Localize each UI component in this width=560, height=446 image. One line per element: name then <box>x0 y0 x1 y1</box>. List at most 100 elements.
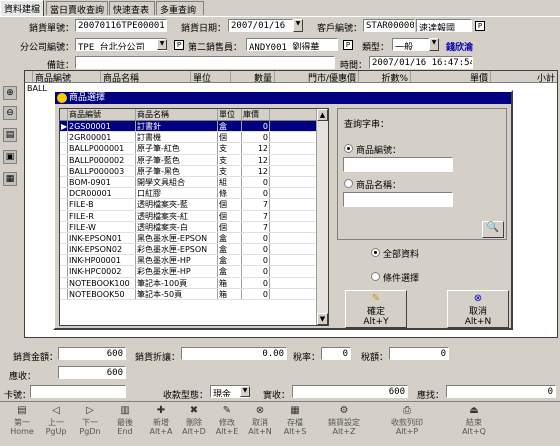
pay-type-dropdown-button[interactable]: ▼ <box>240 386 250 397</box>
search-icon[interactable]: 🔍 <box>482 221 504 238</box>
toolbar-first-button[interactable]: ▤ 第一 Home <box>6 404 38 442</box>
radio-condition[interactable] <box>371 272 380 281</box>
row-indicator <box>60 288 68 299</box>
row-indicator <box>60 255 68 266</box>
sale-no-field[interactable]: 20070116TPE00001 <box>75 19 167 32</box>
branch-lookup-icon[interactable]: P <box>174 40 184 50</box>
toolbar-key: PgDn <box>79 427 101 436</box>
product-row[interactable]: ▶ 2GS00001 訂書針盒 0 <box>60 121 328 133</box>
row-name: 透明檔案夾-白 <box>136 221 218 232</box>
product-row[interactable]: INK-HPC0002 彩色墨水匣-HP 盒 0 <box>60 266 328 278</box>
toolbar-label: 修改 <box>219 418 235 427</box>
row-unit: 支 <box>218 154 242 165</box>
col-unit: 單位 <box>218 109 242 120</box>
tab-daily-query[interactable]: 當日賣收查詢 <box>46 1 108 16</box>
product-row[interactable]: INK-HP00001 黑色墨水匣-HP 盒 0 <box>60 255 328 267</box>
toolbar-next-button[interactable]: ▷ 下一 PgDn <box>74 404 106 442</box>
product-row[interactable]: FILE-B 透明檔案夾-藍個 7 <box>60 199 328 211</box>
product-row[interactable]: BALLP000002 原子筆-藍色支 12 <box>60 154 328 166</box>
card-field[interactable] <box>30 385 126 398</box>
all-data-label: 全部資料 <box>383 250 420 260</box>
cancel-icon: ⊗ <box>255 405 265 416</box>
product-row[interactable]: NOTEBOOK50 筆記本-50頁箱 0 <box>60 288 328 300</box>
toolbar-save-button[interactable]: ▦ 存檔 Alt+S <box>278 404 312 442</box>
product-row[interactable]: INK-EPSON02 彩色墨水匣-EPSON 盒 0 <box>60 244 328 256</box>
product-row[interactable]: BALLP000001 原子筆-紅色支 12 <box>60 143 328 155</box>
discount-field[interactable]: 0.00 <box>181 347 287 360</box>
product-row[interactable]: NOTEBOOK100 筆記本-100頁箱 0 <box>60 277 328 289</box>
sale-amount-field: 600 <box>58 347 126 360</box>
grid-icon[interactable]: ▦ <box>3 172 17 186</box>
time-field: 2007/01/16 16:47:54 <box>369 56 473 69</box>
memo-field[interactable] <box>75 56 335 69</box>
tab-quick-table[interactable]: 快速查表 <box>109 1 155 16</box>
col-product-code: 商品編號 <box>33 71 101 84</box>
tax-label: 稅額： <box>360 353 388 363</box>
insert-row-icon[interactable]: ▤ <box>3 128 17 142</box>
col-product-name: 商品名稱 <box>101 71 191 84</box>
sales-lookup-icon[interactable]: P <box>343 40 353 50</box>
product-row[interactable]: BOM-0901 開學文具組合組 0 <box>60 176 328 189</box>
type-select[interactable]: 一般 <box>392 38 430 51</box>
product-row[interactable]: FILE-R 透明檔案夾-紅個 7 <box>60 210 328 222</box>
toolbar-settings-button[interactable]: ⚙ 銷貨設定 Alt+Z <box>314 404 374 442</box>
cancel-button[interactable]: ⊗ 取消 Alt+N <box>447 290 509 328</box>
toolbar-edit-button[interactable]: ✎ 修改 Alt+E <box>212 404 242 442</box>
row-indicator <box>60 143 68 154</box>
row-code: DCR00001 <box>68 188 136 199</box>
radio-all-data[interactable] <box>371 248 380 257</box>
toolbar-exit-button[interactable]: ⏏ 結束 Alt+Q <box>454 404 494 442</box>
query-icon[interactable]: ▣ <box>3 150 17 164</box>
toolbar-print-button[interactable]: ⎙ 收款列印 Alt+P <box>382 404 432 442</box>
row-indicator: ▶ <box>61 121 68 132</box>
radio-product-name[interactable] <box>344 179 353 188</box>
received-field[interactable]: 600 <box>292 385 408 398</box>
customer-code-field[interactable]: STAR000001 <box>363 19 415 32</box>
product-row[interactable]: INK-EPSON01 黑色墨水匣-EPSON 盒 0 <box>60 232 328 245</box>
condition-label: 條件選擇 <box>383 274 420 284</box>
second-sales-field[interactable]: ANDY001 劉得華 <box>246 38 338 51</box>
type-label: 類型： <box>361 43 389 53</box>
toolbar-cancel-button[interactable]: ⊗ 取消 Alt+N <box>244 404 276 442</box>
scroll-down-icon[interactable]: ▼ <box>317 313 328 325</box>
branch-select[interactable]: TPE 台北分公司 <box>75 38 167 51</box>
row-code: FILE-R <box>68 210 136 221</box>
row-code: NOTEBOOK100 <box>68 277 136 288</box>
name-search-input[interactable] <box>343 192 453 207</box>
toolbar-last-button[interactable]: ▥ 最後 End <box>108 404 142 442</box>
radio-product-code[interactable] <box>344 144 353 153</box>
col-subtotal: 小計 <box>536 74 555 84</box>
discount-label: 銷貨折讓： <box>134 353 180 363</box>
row-stock: 0 <box>242 266 270 277</box>
toolbar-new-button[interactable]: ✚ 新增 Alt+A <box>146 404 176 442</box>
tab-multi-query[interactable]: 多重查詢 <box>156 1 204 16</box>
date-dropdown-button[interactable]: ▼ <box>293 19 303 32</box>
vertical-scrollbar[interactable]: ▲ ▼ <box>316 109 328 325</box>
product-row[interactable]: 2GR00001 訂書機個 0 <box>60 132 328 144</box>
code-search-input[interactable] <box>343 157 453 172</box>
scroll-up-icon[interactable]: ▲ <box>317 109 328 121</box>
delete-row-icon[interactable]: ⊖ <box>3 106 17 120</box>
product-row[interactable]: FILE-W 透明檔案夾-白個 7 <box>60 221 328 233</box>
product-list-grid[interactable]: 商品編號 商品名稱 單位 庫價 ▶ 2GS00001 訂書針盒 0 2GR00001 訂書… <box>59 108 329 326</box>
row-unit: 個 <box>218 221 242 232</box>
customer-lookup-icon[interactable]: P <box>475 21 485 31</box>
toolbar-label: 存檔 <box>287 418 303 427</box>
row-stock: 0 <box>242 232 270 244</box>
type-link[interactable]: 錢欣渝 <box>446 40 473 53</box>
toolbar-delete-button[interactable]: ✖ 刪除 Alt+D <box>178 404 210 442</box>
row-indicator <box>60 188 68 199</box>
row-indicator <box>60 132 68 143</box>
product-row[interactable]: BALLP000003 原子筆-黑色支 12 <box>60 165 328 177</box>
tab-data-entry[interactable]: 資料建檔 <box>0 0 44 16</box>
new-icon: ✚ <box>156 405 166 416</box>
sale-date-field[interactable]: 2007/01/16 <box>228 19 293 32</box>
ok-button[interactable]: ✎ 確定 Alt+Y <box>345 290 407 328</box>
type-dropdown-button[interactable]: ▼ <box>429 38 439 51</box>
tax-rate-field[interactable]: 0 <box>321 347 351 360</box>
branch-dropdown-button[interactable]: ▼ <box>157 39 167 50</box>
toolbar-prev-button[interactable]: ◁ 上一 PgUp <box>40 404 72 442</box>
product-row[interactable]: DCR00001 口紅膠條 0 <box>60 188 328 200</box>
add-row-icon[interactable]: ⊕ <box>3 86 17 100</box>
app-icon <box>57 93 67 103</box>
